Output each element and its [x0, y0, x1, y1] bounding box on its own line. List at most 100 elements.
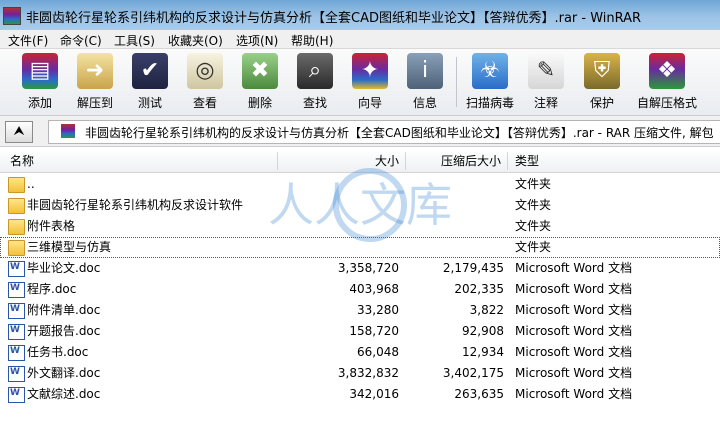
view-button[interactable]: ◎ 查看 — [179, 51, 231, 113]
word-document-icon — [8, 282, 25, 298]
file-name: 开题报告.doc — [27, 324, 101, 338]
virus-scan-icon: ☣ — [472, 53, 508, 89]
extract-to-icon: ➜ — [77, 53, 113, 89]
folder-icon — [8, 219, 25, 235]
list-item[interactable]: 附件清单.doc 33,280 3,822 Microsoft Word 文档 — [0, 300, 720, 321]
window-title: 非圆齿轮行星轮系引纬机构的反求设计与仿真分析【全套CAD图纸和毕业论文】【答辩优… — [26, 11, 642, 26]
sfx-button[interactable]: ❖ 自解压格式 — [636, 51, 698, 113]
protect-button[interactable]: ⛨ 保护 — [576, 51, 628, 113]
file-type: 文件夹 — [515, 219, 552, 233]
title-bar: 非圆齿轮行星轮系引纬机构的反求设计与仿真分析【全套CAD图纸和毕业论文】【答辩优… — [0, 0, 720, 30]
wizard-button[interactable]: ✦ 向导 — [344, 51, 396, 113]
menu-tools[interactable]: 工具(S) — [114, 32, 155, 49]
file-size: 3,358,720 — [337, 261, 399, 275]
file-packed-size: 12,934 — [462, 345, 504, 359]
list-item[interactable]: 非圆齿轮行星轮系引纬机构反求设计软件 文件夹 — [0, 195, 720, 216]
list-item[interactable]: 开题报告.doc 158,720 92,908 Microsoft Word 文… — [0, 321, 720, 342]
file-packed-size: 3,402,175 — [442, 366, 504, 380]
file-name: 毕业论文.doc — [27, 261, 101, 275]
file-type: Microsoft Word 文档 — [515, 324, 633, 338]
comment-icon: ✎ — [528, 53, 564, 89]
column-packed[interactable]: 压缩后大小 — [441, 150, 501, 172]
list-item[interactable]: 毕业论文.doc 3,358,720 2,179,435 Microsoft W… — [0, 258, 720, 279]
delete-button[interactable]: ✖ 删除 — [234, 51, 286, 113]
path-text: 非圆齿轮行星轮系引纬机构的反求设计与仿真分析【全套CAD图纸和毕业论文】【答辩优… — [85, 126, 714, 140]
file-packed-size: 92,908 — [462, 324, 504, 338]
file-packed-size: 2,179,435 — [442, 261, 504, 275]
info-button[interactable]: i 信息 — [399, 51, 451, 113]
sfx-icon: ❖ — [649, 53, 685, 89]
file-packed-size: 3,822 — [469, 303, 504, 317]
toolbar-separator — [456, 57, 457, 107]
file-packed-size: 202,335 — [454, 282, 504, 296]
menu-commands[interactable]: 命令(C) — [60, 32, 102, 49]
up-arrow-icon: ⮝ — [13, 124, 25, 139]
test-button[interactable]: ✔ 测试 — [124, 51, 176, 113]
list-item[interactable]: 任务书.doc 66,048 12,934 Microsoft Word 文档 — [0, 342, 720, 363]
file-list-header: 名称 大小 压缩后大小 类型 — [0, 150, 720, 173]
up-folder-button[interactable]: ⮝ — [5, 121, 33, 143]
list-item[interactable]: 程序.doc 403,968 202,335 Microsoft Word 文档 — [0, 279, 720, 300]
toolbar: ▤ 添加 ➜ 解压到 ✔ 测试 ◎ 查看 ✖ 删除 ⌕ 查找 ✦ 向导 i 信息… — [0, 49, 720, 116]
menu-bar: 文件(F) 命令(C) 工具(S) 收藏夹(O) 选项(N) 帮助(H) — [0, 30, 720, 49]
comment-button[interactable]: ✎ 注释 — [520, 51, 572, 113]
protect-icon: ⛨ — [584, 53, 620, 89]
menu-help[interactable]: 帮助(H) — [291, 32, 333, 49]
file-type: 文件夹 — [515, 240, 552, 254]
file-type: Microsoft Word 文档 — [515, 387, 633, 401]
file-type: Microsoft Word 文档 — [515, 345, 633, 359]
file-size: 342,016 — [349, 387, 399, 401]
file-type: Microsoft Word 文档 — [515, 282, 633, 296]
column-size[interactable]: 大小 — [375, 150, 399, 172]
file-name: 附件表格 — [27, 219, 76, 233]
rar-archive-icon — [61, 124, 75, 138]
delete-icon: ✖ — [242, 53, 278, 89]
file-name: .. — [27, 177, 35, 191]
column-divider[interactable] — [277, 152, 278, 170]
folder-icon — [8, 240, 25, 256]
word-document-icon — [8, 387, 25, 403]
view-icon: ◎ — [187, 53, 223, 89]
file-type: Microsoft Word 文档 — [515, 303, 633, 317]
file-type: Microsoft Word 文档 — [515, 366, 633, 380]
word-document-icon — [8, 345, 25, 361]
list-item[interactable]: 附件表格 文件夹 — [0, 216, 720, 237]
file-name: 外文翻译.doc — [27, 366, 101, 380]
find-button[interactable]: ⌕ 查找 — [289, 51, 341, 113]
path-field[interactable]: 非圆齿轮行星轮系引纬机构的反求设计与仿真分析【全套CAD图纸和毕业论文】【答辩优… — [48, 120, 720, 144]
menu-file[interactable]: 文件(F) — [8, 32, 48, 49]
list-item[interactable]: 三维模型与仿真 文件夹 — [0, 237, 720, 258]
file-name: 附件清单.doc — [27, 303, 101, 317]
word-document-icon — [8, 366, 25, 382]
menu-favorites[interactable]: 收藏夹(O) — [168, 32, 223, 49]
file-size: 3,832,832 — [337, 366, 399, 380]
column-type[interactable]: 类型 — [515, 150, 539, 172]
add-button[interactable]: ▤ 添加 — [14, 51, 66, 113]
wizard-icon: ✦ — [352, 53, 388, 89]
folder-icon — [8, 177, 25, 193]
file-size: 66,048 — [357, 345, 399, 359]
list-item[interactable]: 文献综述.doc 342,016 263,635 Microsoft Word … — [0, 384, 720, 405]
file-name: 非圆齿轮行星轮系引纬机构反求设计软件 — [27, 198, 244, 212]
info-icon: i — [407, 53, 443, 89]
file-name: 任务书.doc — [27, 345, 89, 359]
find-icon: ⌕ — [297, 53, 333, 89]
column-divider[interactable] — [405, 152, 406, 170]
column-divider[interactable] — [507, 152, 508, 170]
file-list: .. 文件夹 非圆齿轮行星轮系引纬机构反求设计软件 文件夹 附件表格 文件夹 三… — [0, 174, 720, 427]
add-archive-icon: ▤ — [22, 53, 58, 89]
winrar-app-icon[interactable] — [3, 7, 21, 25]
virus-scan-button[interactable]: ☣ 扫描病毒 — [464, 51, 516, 113]
list-item[interactable]: .. 文件夹 — [0, 174, 720, 195]
folder-icon — [8, 198, 25, 214]
test-icon: ✔ — [132, 53, 168, 89]
menu-options[interactable]: 选项(N) — [236, 32, 278, 49]
file-name: 三维模型与仿真 — [27, 240, 112, 254]
file-type: Microsoft Word 文档 — [515, 261, 633, 275]
file-packed-size: 263,635 — [454, 387, 504, 401]
column-name[interactable]: 名称 — [10, 150, 34, 172]
extract-to-button[interactable]: ➜ 解压到 — [69, 51, 121, 113]
file-size: 403,968 — [349, 282, 399, 296]
list-item[interactable]: 外文翻译.doc 3,832,832 3,402,175 Microsoft W… — [0, 363, 720, 384]
word-document-icon — [8, 261, 25, 277]
